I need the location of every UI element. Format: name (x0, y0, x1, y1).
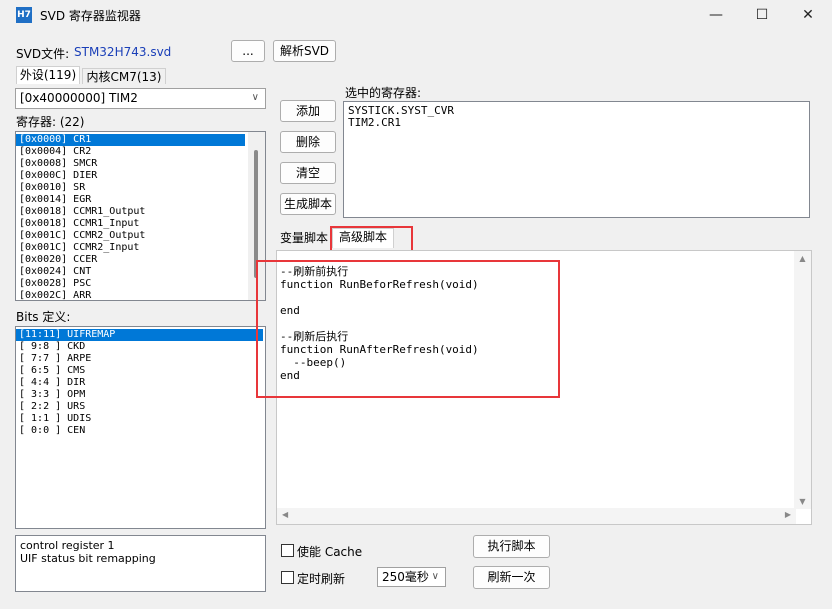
chevron-down-icon: ∨ (431, 571, 439, 582)
scroll-right-icon[interactable]: ▶ (785, 510, 791, 519)
register-list-item[interactable]: [0x0018] CCMR1_Input (16, 218, 265, 230)
clear-button[interactable]: 清空 (280, 162, 336, 184)
tab-highlight-box (330, 226, 413, 252)
tab-peripherals[interactable]: 外设(119) (16, 66, 80, 84)
bits-list-item[interactable]: [ 2:2 ] URS (16, 401, 265, 413)
register-list-item[interactable]: [0x001C] CCMR2_Input (16, 242, 265, 254)
peripheral-select-value: [0x40000000] TIM2 (20, 91, 138, 105)
code-highlight-box (256, 260, 560, 398)
generate-script-button[interactable]: 生成脚本 (280, 193, 336, 215)
chevron-down-icon: ∨ (251, 92, 259, 103)
register-list-item[interactable]: [0x0020] CCER (16, 254, 265, 266)
tab-core-cm7[interactable]: 内核CM7(13) (82, 68, 166, 84)
run-script-button[interactable]: 执行脚本 (473, 535, 550, 558)
register-list-item[interactable]: [0x002C] ARR (16, 290, 265, 300)
register-list-item[interactable]: [0x0018] CCMR1_Output (16, 206, 265, 218)
selected-register-item[interactable]: TIM2.CR1 (348, 117, 805, 129)
close-button[interactable]: ✕ (785, 0, 831, 31)
maximize-button[interactable]: ☐ (739, 0, 785, 31)
register-list-item[interactable]: [0x0014] EGR (16, 194, 265, 206)
timer-refresh-checkbox[interactable] (281, 571, 294, 584)
register-list-item[interactable]: [0x0024] CNT (16, 266, 265, 278)
editor-horizontal-scrollbar[interactable]: ◀ ▶ (277, 508, 796, 524)
scroll-down-icon[interactable]: ▼ (794, 497, 811, 506)
selected-registers-box[interactable]: SYSTICK.SYST_CVR TIM2.CR1 (343, 101, 810, 218)
peripheral-select[interactable]: [0x40000000] TIM2 ∨ (15, 88, 266, 109)
parse-svd-button[interactable]: 解析SVD (273, 40, 336, 62)
browse-button[interactable]: ... (231, 40, 265, 62)
app-icon: H7 (16, 7, 32, 23)
selected-register-item[interactable]: SYSTICK.SYST_CVR (348, 105, 805, 117)
svd-file-label: SVD文件: (16, 47, 70, 61)
register-list-item[interactable]: [0x001C] CCMR2_Output (16, 230, 265, 242)
delete-button[interactable]: 删除 (280, 131, 336, 153)
bits-list[interactable]: [11:11] UIFREMAP[ 9:8 ] CKD[ 7:7 ] ARPE[… (15, 326, 266, 529)
bits-list-item[interactable]: [ 3:3 ] OPM (16, 389, 265, 401)
bits-list-item[interactable]: [11:11] UIFREMAP (16, 329, 263, 341)
bits-list-item[interactable]: [ 6:5 ] CMS (16, 365, 265, 377)
cache-checkbox[interactable] (281, 544, 294, 557)
editor-vertical-scrollbar[interactable]: ▲ ▼ (794, 251, 811, 509)
bits-list-item[interactable]: [ 0:0 ] CEN (16, 425, 265, 437)
register-list[interactable]: [0x0000] CR1 [0x0004] CR2 [0x0008] SMCR [0x… (15, 131, 266, 301)
minimize-button[interactable]: — (693, 0, 739, 31)
bits-list-item[interactable]: [ 9:8 ] CKD (16, 341, 265, 353)
interval-select[interactable]: 250毫秒 ∨ (377, 567, 446, 587)
register-list-item[interactable]: [0x0008] SMCR (16, 158, 265, 170)
window-title: SVD 寄存器监视器 (40, 9, 141, 23)
selected-registers-label: 选中的寄存器: (345, 86, 422, 100)
description-line-2: UIF status bit remapping (20, 552, 156, 565)
add-button[interactable]: 添加 (280, 100, 336, 122)
scroll-left-icon[interactable]: ◀ (282, 510, 288, 519)
refresh-once-button[interactable]: 刷新一次 (473, 566, 550, 589)
registers-label: 寄存器: (22) (16, 115, 85, 129)
cache-label: 使能 Cache (297, 545, 363, 559)
register-description: control register 1 UIF status bit remapp… (15, 535, 266, 592)
bits-label: Bits 定义: (16, 310, 71, 324)
register-list-item[interactable]: [0x000C] DIER (16, 170, 265, 182)
bits-list-item[interactable]: [ 7:7 ] ARPE (16, 353, 265, 365)
register-list-item[interactable]: [0x0028] PSC (16, 278, 265, 290)
scrollbar-thumb[interactable] (254, 150, 258, 278)
scroll-up-icon[interactable]: ▲ (794, 254, 811, 263)
bits-list-item[interactable]: [ 4:4 ] DIR (16, 377, 265, 389)
register-list-item[interactable]: [0x0000] CR1 (16, 134, 245, 146)
svd-file-name: STM32H743.svd (74, 45, 172, 59)
timer-refresh-label: 定时刷新 (297, 572, 346, 586)
interval-select-value: 250毫秒 (382, 570, 429, 584)
description-line-1: control register 1 (20, 539, 115, 552)
bits-list-item[interactable]: [ 1:1 ] UDIS (16, 413, 265, 425)
tab-variable-script[interactable]: 变量脚本 (276, 230, 332, 247)
register-list-item[interactable]: [0x0010] SR (16, 182, 265, 194)
register-list-item[interactable]: [0x0004] CR2 (16, 146, 265, 158)
